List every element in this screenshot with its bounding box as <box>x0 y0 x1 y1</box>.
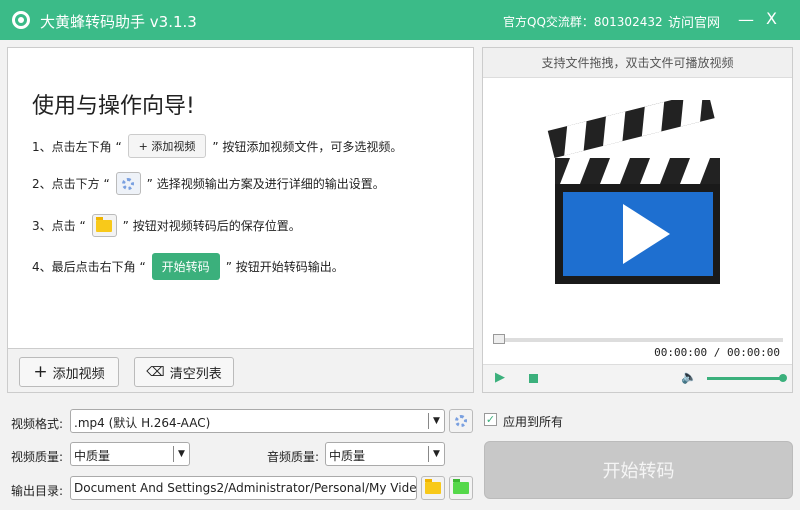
apply-all-label: 应用到所有 <box>503 415 564 429</box>
step-text: ” 按钮开始转码输出。 <box>225 260 344 274</box>
video-player[interactable]: 支持文件拖拽，双击文件可播放视频 00:00:00 / 00:00:00 ▶ 🔈 <box>482 47 793 393</box>
guide-step-4: 4、最后点击右下角 “ 开始转码 ” 按钮开始转码输出。 <box>32 253 344 280</box>
clear-list-button[interactable]: ⌫ 清空列表 <box>134 357 234 387</box>
minimize-button[interactable]: — <box>738 10 754 29</box>
gear-icon <box>455 415 467 427</box>
visit-website-link[interactable]: 访问官网 <box>668 12 720 31</box>
chevron-down-icon: ▼ <box>173 446 189 462</box>
chevron-down-icon: ▼ <box>428 446 444 462</box>
audio-quality-label: 音频质量: <box>267 450 320 464</box>
step-text: ” 按钮对视频转码后的保存位置。 <box>122 219 301 233</box>
guide-step-3: 3、点击 “ ” 按钮对视频转码后的保存位置。 <box>32 214 301 237</box>
apply-all-checkbox[interactable]: ✓ <box>484 413 497 426</box>
format-settings-button[interactable] <box>449 409 473 433</box>
format-select[interactable]: .mp4 (默认 H.264-AAC) ▼ <box>70 409 445 433</box>
start-convert-button[interactable]: 开始转码 <box>484 441 793 499</box>
close-button[interactable]: X <box>766 9 777 28</box>
open-folder-button[interactable] <box>449 476 473 500</box>
audio-quality-select[interactable]: 中质量 ▼ <box>325 442 445 466</box>
format-value: .mp4 (默认 H.264-AAC) <box>74 416 211 430</box>
app-logo-icon <box>12 11 30 29</box>
eraser-icon: ⌫ <box>146 364 165 380</box>
volume-icon[interactable]: 🔈 <box>681 370 697 385</box>
open-folder-icon <box>453 479 469 494</box>
guide-panel: 使用与操作向导! 1、点击左下角 “ + 添加视频 ” 按钮添加视频文件，可多选… <box>7 47 474 349</box>
app-title: 大黄蜂转码助手 v3.1.3 <box>40 13 197 31</box>
time-display: 00:00:00 / 00:00:00 <box>654 346 780 359</box>
guide-step-1: 1、点击左下角 “ + 添加视频 ” 按钮添加视频文件，可多选视频。 <box>32 134 402 158</box>
qq-group-text: 官方QQ交流群：801302432 <box>503 15 663 29</box>
add-video-label: 添加视频 <box>52 366 105 382</box>
clear-list-label: 清空列表 <box>169 366 222 382</box>
add-video-button[interactable]: + 添加视频 <box>19 357 119 387</box>
title-bar: 大黄蜂转码助手 v3.1.3 官方QQ交流群：801302432 访问官网 — … <box>0 0 800 40</box>
video-quality-value: 中质量 <box>74 449 111 463</box>
video-quality-select[interactable]: 中质量 ▼ <box>70 442 190 466</box>
folder-icon <box>425 479 441 494</box>
output-dir-input[interactable]: Document And Settings2/Administrator/Per… <box>70 476 417 500</box>
seek-bar[interactable] <box>493 334 783 344</box>
folder-sample-icon <box>91 214 117 237</box>
step-text: 1、点击左下角 “ <box>32 139 122 154</box>
start-sample-button: 开始转码 <box>151 253 220 280</box>
drag-hint: 支持文件拖拽，双击文件可播放视频 <box>483 48 792 78</box>
volume-handle[interactable] <box>779 374 787 382</box>
browse-folder-button[interactable] <box>421 476 445 500</box>
step-text: 2、点击下方 “ <box>32 177 110 191</box>
chevron-down-icon: ▼ <box>428 413 444 429</box>
output-dir-label: 输出目录: <box>11 484 64 498</box>
step-text: ” 按钮添加视频文件，可多选视频。 <box>212 139 403 154</box>
list-toolbar: + 添加视频 ⌫ 清空列表 <box>7 349 474 393</box>
format-label: 视频格式: <box>11 417 64 431</box>
guide-heading: 使用与操作向导! <box>32 94 195 119</box>
play-icon[interactable]: ▶ <box>495 370 505 385</box>
seek-handle[interactable] <box>493 334 505 344</box>
audio-quality-value: 中质量 <box>329 449 366 463</box>
plus-icon: + <box>33 362 48 382</box>
clapperboard-icon <box>547 100 720 284</box>
stop-icon[interactable] <box>529 374 538 383</box>
guide-step-2: 2、点击下方 “ ” 选择视频输出方案及进行详细的输出设置。 <box>32 172 385 195</box>
settings-sample-icon <box>115 172 141 195</box>
step-text: 3、点击 “ <box>32 219 86 233</box>
output-dir-value: Document And Settings2/Administrator/Per… <box>74 481 417 495</box>
step-text: 4、最后点击右下角 “ <box>32 260 146 274</box>
player-controls: ▶ 🔈 <box>483 364 792 392</box>
volume-slider[interactable] <box>707 377 783 380</box>
step-text: ” 选择视频输出方案及进行详细的输出设置。 <box>146 177 385 191</box>
add-video-sample-button: + 添加视频 <box>127 134 207 158</box>
video-quality-label: 视频质量: <box>11 450 64 464</box>
